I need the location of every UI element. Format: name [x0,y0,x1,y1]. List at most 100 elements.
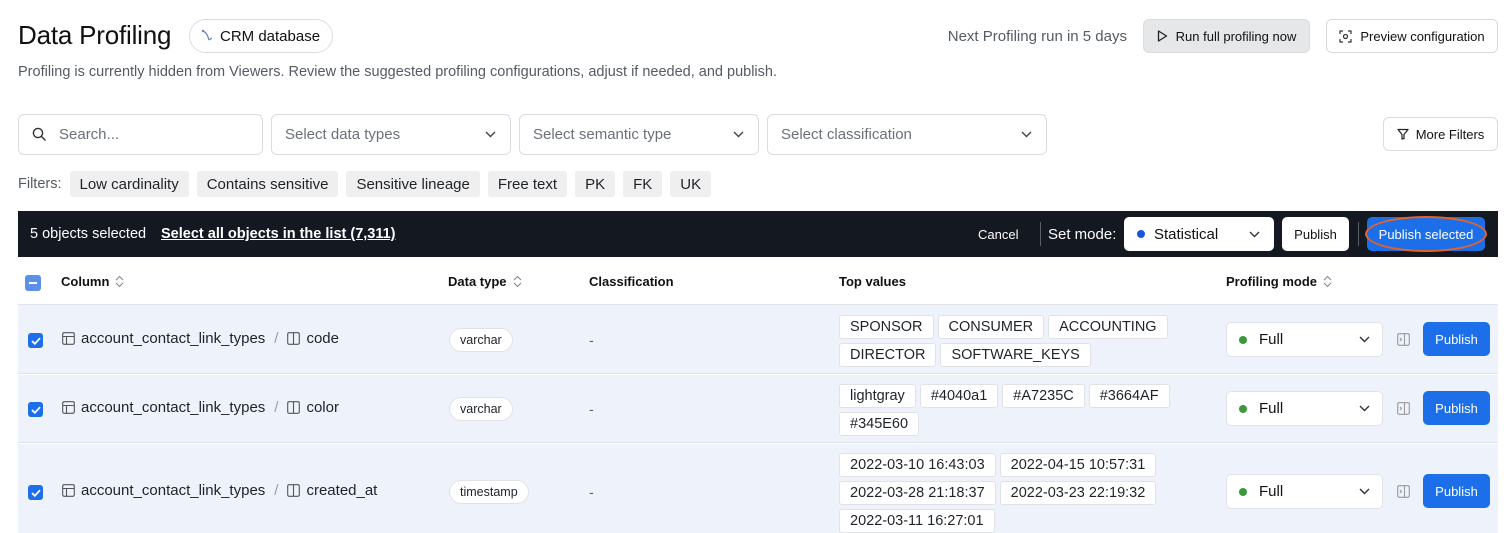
top-value: 2022-03-10 16:43:03 [839,453,996,477]
chevron-down-icon [1021,131,1032,138]
row-publish-button[interactable]: Publish [1423,322,1490,356]
profiling-mode-value: Full [1259,400,1284,417]
table-row[interactable]: account_contact_link_types / created_at … [18,444,1498,533]
top-value: #A7235C [1002,384,1085,408]
row-publish-button[interactable]: Publish [1423,391,1490,425]
search-input[interactable] [59,126,239,143]
column-header-profiling-mode[interactable]: Profiling mode [1226,274,1332,289]
column-header-data-type[interactable]: Data type [448,274,522,289]
profiling-mode-select[interactable]: Full [1226,322,1383,357]
database-label: CRM database [220,27,321,45]
publish-selected-button[interactable]: Publish selected [1367,217,1485,251]
path-separator: / [274,399,279,416]
cancel-selection-button[interactable]: Cancel [978,227,1018,242]
header-label: Data type [448,274,507,289]
chevron-down-icon [1359,488,1370,495]
chevron-down-icon [1359,405,1370,412]
chevron-down-icon [1249,231,1260,237]
divider [1358,222,1359,246]
column-icon [287,401,301,414]
row-publish-button[interactable]: Publish [1423,474,1490,508]
filter-icon [1397,128,1409,140]
column-header-column[interactable]: Column [61,274,124,289]
side-panel-icon[interactable] [1397,333,1410,346]
semantic-type-placeholder: Select semantic type [533,126,672,143]
select-all-checkbox[interactable] [25,275,41,291]
column-header-classification: Classification [589,274,674,289]
filter-chip-low-cardinality[interactable]: Low cardinality [69,171,189,197]
side-panel-icon[interactable] [1397,402,1410,415]
top-values: SPONSOR CONSUMER ACCOUNTING DIRECTOR SOF… [839,315,1189,367]
classification-value: - [589,401,594,417]
column-icon [287,484,301,497]
table-row[interactable]: account_contact_link_types / code varcha… [18,305,1498,374]
column-cell: account_contact_link_types / created_at [62,482,377,499]
chevron-down-icon [485,131,496,138]
data-type-badge: timestamp [449,480,529,504]
top-value: 2022-04-15 10:57:31 [999,453,1157,477]
top-values: lightgray #4040a1 #A7235C #3664AF #345E6… [839,384,1189,436]
semantic-type-select[interactable]: Select semantic type [519,114,759,155]
bulk-action-bar: 5 objects selected Select all objects in… [18,211,1498,257]
preview-configuration-button[interactable]: Preview configuration [1326,19,1498,53]
row-checkbox[interactable] [28,333,43,348]
set-mode-label: Set mode: [1048,225,1117,243]
top-value: #4040a1 [919,384,999,408]
data-types-select[interactable]: Select data types [271,114,511,155]
table-icon [62,484,75,497]
top-value: 2022-03-28 21:18:37 [839,481,996,505]
table-icon [62,332,75,345]
filter-chip-fk[interactable]: FK [623,171,663,197]
filter-chip-contains-sensitive[interactable]: Contains sensitive [196,171,339,197]
path-separator: / [274,482,279,499]
data-type-badge: varchar [449,328,513,352]
filter-chip-sensitive-lineage[interactable]: Sensitive lineage [346,171,480,197]
more-filters-button[interactable]: More Filters [1383,117,1498,151]
chevron-down-icon [1359,336,1370,343]
more-filters-label: More Filters [1415,126,1485,142]
filter-chip-pk[interactable]: PK [575,171,616,197]
profiling-mode-value: Full [1259,331,1284,348]
table-row[interactable]: account_contact_link_types / color varch… [18,375,1498,443]
side-panel-icon[interactable] [1397,485,1410,498]
table-name: account_contact_link_types [81,482,266,499]
quick-filters: Filters: Low cardinality Contains sensit… [18,171,712,197]
data-types-placeholder: Select data types [285,126,401,143]
bulk-mode-select[interactable]: Statistical [1124,217,1274,251]
checkmark-icon [30,337,41,345]
header-label: Classification [589,274,674,289]
top-value: CONSUMER [937,315,1045,339]
filter-chip-free-text[interactable]: Free text [487,171,568,197]
row-checkbox[interactable] [28,485,43,500]
top-value: SOFTWARE_KEYS [940,343,1091,367]
bulk-publish-button[interactable]: Publish [1282,217,1349,251]
classification-value: - [589,484,594,500]
top-value: 2022-03-23 22:19:32 [999,481,1157,505]
table-name: account_contact_link_types [81,330,266,347]
classification-value: - [589,332,594,348]
classification-select[interactable]: Select classification [767,114,1047,155]
filter-bar: Select data types Select semantic type S… [18,114,1498,155]
row-checkbox[interactable] [28,402,43,417]
search-icon [32,127,46,141]
next-run-text: Next Profiling run in 5 days [947,28,1127,45]
play-icon [1157,30,1167,42]
database-selector[interactable]: CRM database [189,19,334,53]
table-name: account_contact_link_types [81,399,266,416]
filter-chip-uk[interactable]: UK [670,171,712,197]
profiling-mode-select[interactable]: Full [1226,474,1383,509]
profiling-mode-value: Full [1259,483,1284,500]
column-name: code [306,330,339,347]
header-label: Profiling mode [1226,274,1317,289]
profiling-mode-select[interactable]: Full [1226,391,1383,426]
select-all-link[interactable]: Select all objects in the list (7,311) [161,226,396,242]
page-header: Data Profiling CRM database Next Profili… [18,18,1498,58]
mode-status-dot [1137,230,1145,238]
database-link-icon [201,29,213,41]
sort-icon [513,275,521,288]
page-subtitle: Profiling is currently hidden from Viewe… [18,64,777,80]
classification-placeholder: Select classification [781,126,912,143]
table-header: Column Data type Classification Top valu… [18,257,1498,305]
search-box[interactable] [18,114,263,155]
run-full-profiling-button[interactable]: Run full profiling now [1143,19,1310,53]
